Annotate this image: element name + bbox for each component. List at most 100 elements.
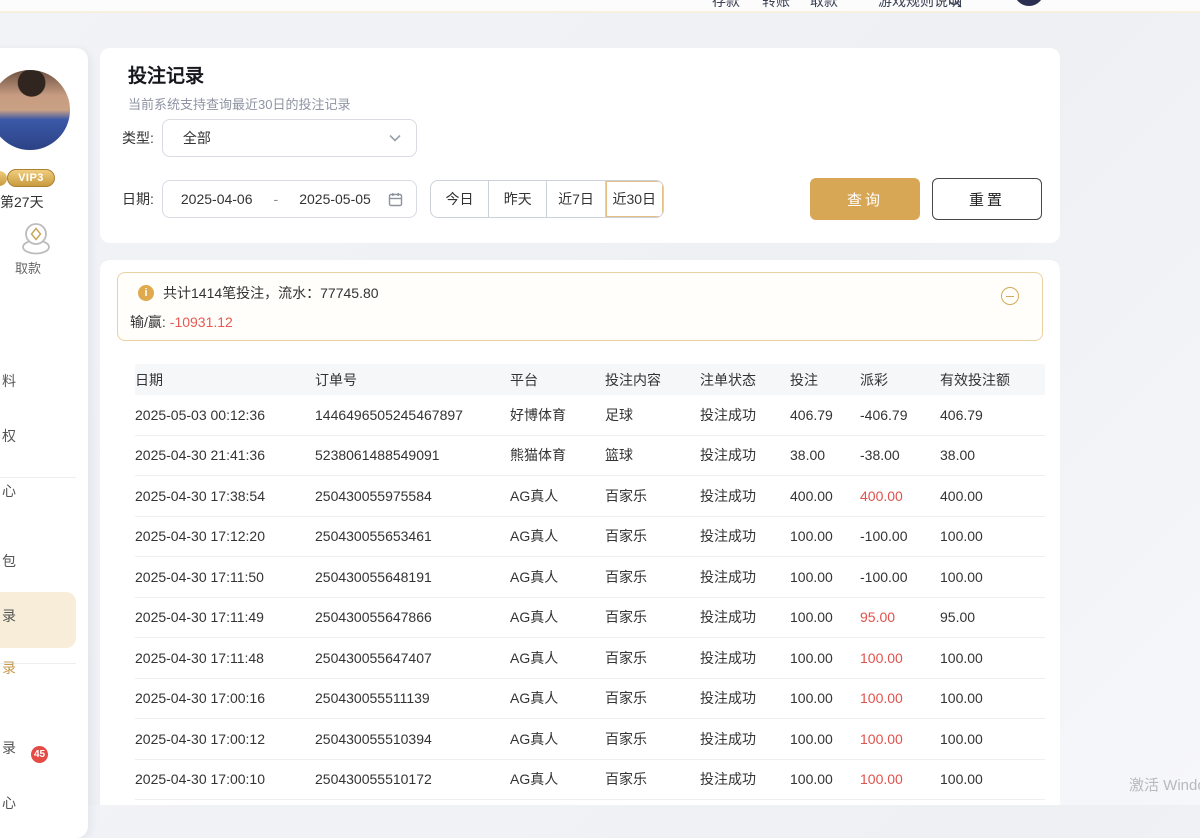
- cell-platform: AG真人: [510, 567, 605, 587]
- date-start: 2025-04-06: [181, 191, 253, 207]
- quick-date-range-group: 今日昨天近7日近30日: [430, 180, 664, 218]
- sidebar-menu-item[interactable]: 包: [2, 551, 16, 571]
- quick-range-button[interactable]: 近7日: [547, 181, 605, 217]
- cell-valid-amount: 100.00: [940, 528, 1045, 544]
- cell-bet-content: 百家乐: [605, 688, 700, 708]
- cell-valid-amount: 100.00: [940, 569, 1045, 585]
- type-label: 类型:: [122, 128, 154, 148]
- cell-status: 投注成功: [700, 729, 790, 749]
- quick-range-button[interactable]: 昨天: [489, 181, 547, 217]
- cell-platform: AG真人: [510, 648, 605, 668]
- type-filter-row: 类型: 全部: [122, 119, 417, 157]
- cell-order-number: 5238061488549091: [315, 447, 510, 463]
- cell-bet-content: 百家乐: [605, 769, 700, 789]
- topbar: 存款转账取款游戏规则说明: [0, 0, 1200, 13]
- table-row[interactable]: 2025-04-30 17:11:50250430055648191AG真人百家…: [135, 557, 1045, 598]
- cell-platform: AG真人: [510, 769, 605, 789]
- quick-range-button[interactable]: 近30日: [606, 181, 663, 217]
- cell-bet-content: 百家乐: [605, 526, 700, 546]
- summary-total: 共计1414笔投注，流水：77745.80: [163, 283, 379, 303]
- table-row[interactable]: 2025-04-30 17:00:16250430055511139AG真人百家…: [135, 679, 1045, 720]
- table-row[interactable]: 2025-04-30 17:00:10250430055510172AG真人百家…: [135, 760, 1045, 801]
- cell-date: 2025-04-30 21:41:36: [135, 447, 315, 463]
- cell-bet-content: 百家乐: [605, 567, 700, 587]
- divider: [0, 477, 76, 478]
- cell-valid-amount: 100.00: [940, 690, 1045, 706]
- date-range-input[interactable]: 2025-04-06 - 2025-05-05: [162, 180, 417, 218]
- info-icon: i: [138, 285, 154, 301]
- date-end: 2025-05-05: [299, 191, 371, 207]
- nav-item[interactable]: 取款: [810, 0, 838, 11]
- sidebar-menu-item[interactable]: 心: [2, 481, 16, 501]
- table-row[interactable]: 2025-04-30 17:00:12250430055510394AG真人百家…: [135, 719, 1045, 760]
- nav-item[interactable]: 存款: [712, 0, 740, 11]
- cell-date: 2025-04-30 17:38:54: [135, 488, 315, 504]
- page-title: 投注记录: [128, 61, 204, 88]
- table-row[interactable]: 2025-04-30 17:11:48250430055647407AG真人百家…: [135, 638, 1045, 679]
- cell-payout: 100.00: [860, 690, 940, 706]
- avatar[interactable]: [0, 68, 72, 152]
- user-avatar[interactable]: [1014, 0, 1044, 6]
- table-row[interactable]: 2025-04-30 17:38:54250430055975584AG真人百家…: [135, 476, 1045, 517]
- column-header: 有效投注额: [940, 370, 1045, 390]
- quick-range-button[interactable]: 今日: [431, 181, 489, 217]
- sidebar-menu-item[interactable]: 料: [2, 371, 16, 391]
- sidebar-menu-item[interactable]: 心: [2, 793, 16, 813]
- win-loss-label: 输/赢:: [130, 314, 166, 330]
- cell-bet-content: 百家乐: [605, 648, 700, 668]
- sidebar-menu-item[interactable]: 录: [2, 658, 16, 678]
- cell-platform: AG真人: [510, 486, 605, 506]
- sidebar-menu-item[interactable]: 权: [2, 426, 16, 446]
- cell-status: 投注成功: [700, 607, 790, 627]
- search-icon[interactable]: [948, 0, 962, 8]
- collapse-icon[interactable]: [1001, 287, 1019, 305]
- cell-date: 2025-04-30 17:00:10: [135, 771, 315, 787]
- table-row[interactable]: 2025-05-03 00:12:361446496505245467897好博…: [135, 395, 1045, 436]
- column-header: 日期: [135, 370, 315, 390]
- column-header: 投注: [790, 370, 860, 390]
- cell-payout: -38.00: [860, 447, 940, 463]
- table-body: 2025-05-03 00:12:361446496505245467897好博…: [135, 395, 1045, 800]
- table-row[interactable]: 2025-04-30 17:12:20250430055653461AG真人百家…: [135, 517, 1045, 558]
- type-select-value: 全部: [183, 128, 211, 148]
- reset-button[interactable]: 重置: [932, 178, 1042, 220]
- type-select[interactable]: 全部: [162, 119, 417, 157]
- table-row[interactable]: 2025-04-30 21:41:365238061488549091熊猫体育篮…: [135, 436, 1045, 477]
- vip-medal-icon: [0, 171, 7, 186]
- notification-badge: 45: [31, 746, 48, 763]
- cell-platform: 好博体育: [510, 405, 605, 425]
- date-separator: -: [270, 191, 283, 207]
- date-label: 日期:: [122, 189, 154, 209]
- cell-platform: AG真人: [510, 729, 605, 749]
- cell-bet-amount: 38.00: [790, 447, 860, 463]
- records-table: 日期订单号平台投注内容注单状态投注派彩有效投注额 2025-05-03 00:1…: [135, 364, 1045, 800]
- cell-status: 投注成功: [700, 445, 790, 465]
- column-header: 平台: [510, 370, 605, 390]
- cell-valid-amount: 38.00: [940, 447, 1045, 463]
- cell-order-number: 250430055510172: [315, 771, 510, 787]
- column-header: 投注内容: [605, 370, 700, 390]
- cell-bet-amount: 100.00: [790, 528, 860, 544]
- calendar-icon: [388, 192, 403, 207]
- withdraw-icon[interactable]: [18, 220, 54, 256]
- withdraw-label[interactable]: 取款: [4, 258, 52, 277]
- cell-order-number: 250430055975584: [315, 488, 510, 504]
- cell-bet-amount: 100.00: [790, 731, 860, 747]
- cell-bet-content: 百家乐: [605, 729, 700, 749]
- cell-valid-amount: 400.00: [940, 488, 1045, 504]
- cell-platform: 熊猫体育: [510, 445, 605, 465]
- cell-status: 投注成功: [700, 648, 790, 668]
- nav-item[interactable]: 转账: [762, 0, 790, 11]
- betting-records-page: { "topbar": { "nav_items": [ { "label": …: [0, 0, 1200, 805]
- membership-day: 第27天: [0, 192, 44, 212]
- cell-date: 2025-04-30 17:00:16: [135, 690, 315, 706]
- sidebar-menu-item[interactable]: 录: [2, 606, 16, 626]
- column-header: 订单号: [315, 370, 510, 390]
- query-button[interactable]: 查询: [810, 178, 920, 220]
- cell-date: 2025-04-30 17:11:48: [135, 650, 315, 666]
- table-row[interactable]: 2025-04-30 17:11:49250430055647866AG真人百家…: [135, 598, 1045, 639]
- sidebar-menu-item[interactable]: 录: [2, 738, 16, 758]
- cell-status: 投注成功: [700, 769, 790, 789]
- filter-card: 投注记录 当前系统支持查询最近30日的投注记录 类型: 全部 日期: 2025-…: [100, 48, 1060, 243]
- cell-bet-amount: 406.79: [790, 407, 860, 423]
